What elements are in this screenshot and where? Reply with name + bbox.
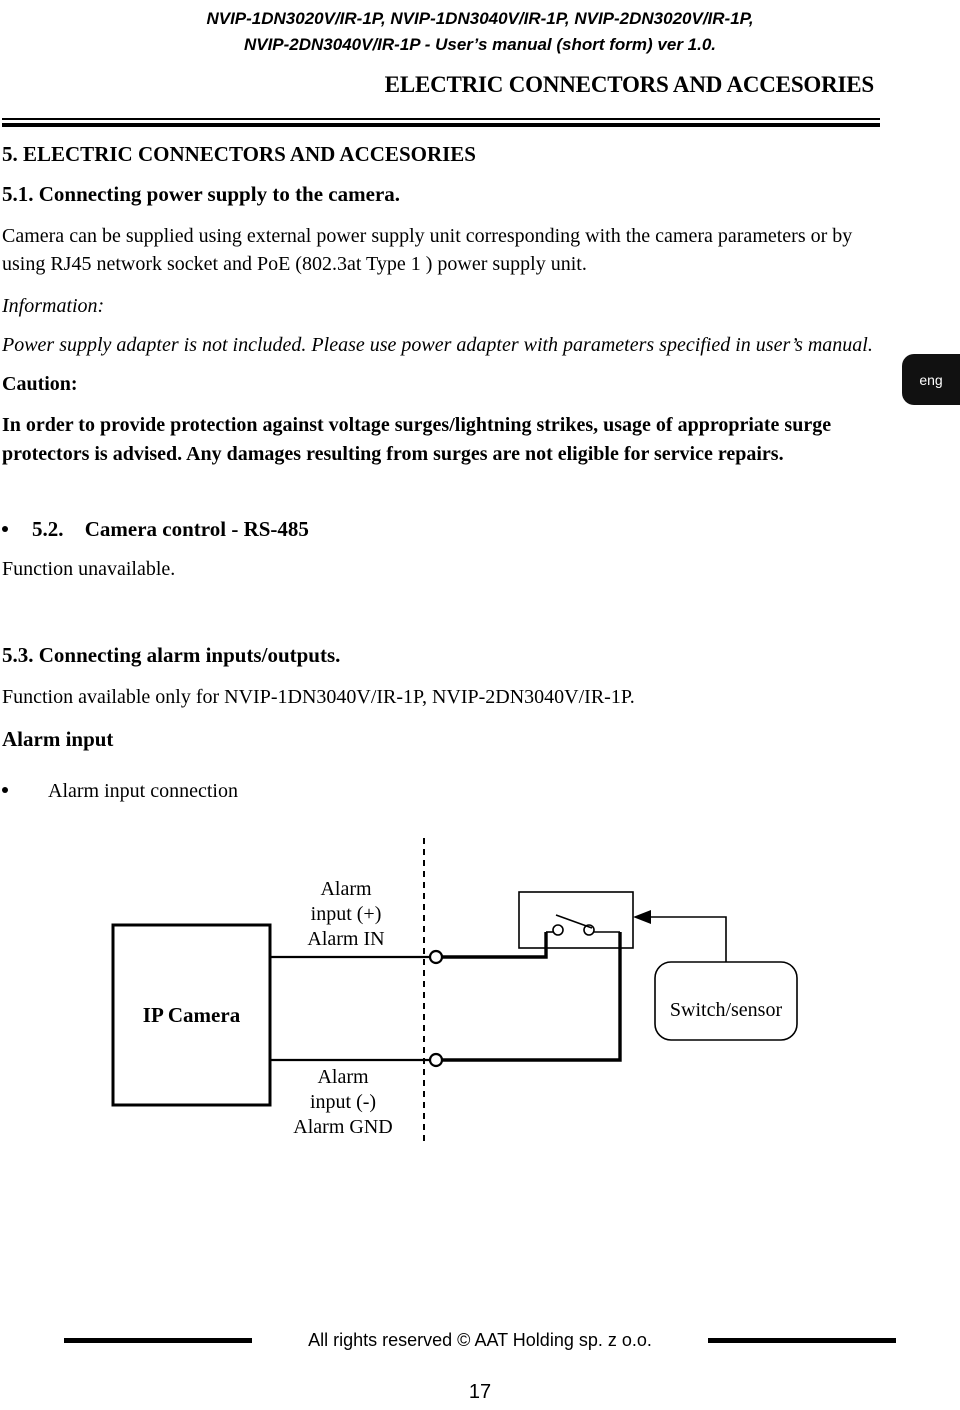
caution-text: In order to provide protection against v…: [2, 414, 832, 465]
page-footer: All rights reserved © AAT Holding sp. z …: [0, 1330, 960, 1404]
section-5-2-body: Function unavailable.: [2, 558, 176, 580]
header-divider: [2, 118, 880, 127]
section-5-2-number: 5.2.: [32, 517, 64, 541]
alarm-in-label-line1: Alarm: [320, 878, 372, 900]
wire-to-switch-contact-left: [442, 932, 548, 959]
switch-sensor-box-label: Switch/sensor: [669, 999, 783, 1021]
alarm-gnd-label-line3: Alarm GND: [293, 1116, 393, 1138]
document-body: 5. ELECTRIC CONNECTORS AND ACCESORIES 5.…: [0, 140, 960, 817]
switch-node-left: [552, 924, 564, 936]
heading-section-5-1: 5.1. Connecting power supply to the came…: [2, 182, 401, 206]
footer-copyright: All rights reserved © AAT Holding sp. z …: [308, 1330, 652, 1350]
alarm-in-label-line2: input (+): [310, 903, 382, 925]
bullet-dot-icon: [2, 787, 8, 793]
paragraph-power-supply: Camera can be supplied using external po…: [2, 225, 853, 275]
alarm-input-bullet-label: Alarm input connection: [48, 780, 238, 802]
alarm-in-wire-label: Alarm input (+) Alarm IN: [286, 877, 406, 952]
wire-to-switch-contact-right: [442, 932, 622, 1062]
caution-label: Caution:: [2, 373, 78, 395]
bullet-section-5-2: 5.2. Camera control - RS-485: [0, 515, 960, 543]
heading-alarm-input: Alarm input: [2, 727, 114, 751]
information-label: Information:: [2, 295, 105, 317]
chapter-title: ELECTRIC CONNECTORS AND ACCESORIES: [384, 72, 875, 97]
ip-camera-box-label: IP Camera: [142, 1003, 241, 1027]
footer-rule-right: [707, 1338, 896, 1343]
bullet-alarm-input-connection: Alarm input connection: [0, 777, 960, 805]
heading-section-5: 5. ELECTRIC CONNECTORS AND ACCESORIES: [2, 142, 476, 166]
information-text: Power supply adapter is not included. Pl…: [2, 334, 873, 356]
alarm-gnd-label-line1: Alarm: [317, 1066, 369, 1088]
wiring-diagram-svg: [111, 838, 798, 1145]
section-5-2-heading: 5.2. Camera control - RS-485: [32, 515, 309, 543]
sensor-actuation-arrowhead: [633, 910, 651, 924]
alarm-input-wiring-diagram: IP Camera Alarm input (+) Alarm IN Alarm…: [0, 820, 960, 1180]
page-number: 17: [468, 1381, 492, 1403]
header-divider-thin-line: [2, 118, 880, 120]
terminal-alarm-gnd: [428, 1052, 444, 1068]
document-title-line1: NVIP-1DN3020V/IR-1P, NVIP-1DN3040V/IR-1P…: [206, 9, 754, 28]
header-divider-thick-line: [2, 123, 880, 127]
footer-row: All rights reserved © AAT Holding sp. z …: [0, 1330, 960, 1351]
section-5-2-title: Camera control - RS-485: [84, 517, 309, 541]
switch-contact-box: [518, 891, 634, 949]
alarm-gnd-label-line2: input (-): [309, 1091, 377, 1113]
section-5-3-body: Function available only for NVIP-1DN3040…: [2, 686, 635, 708]
spacer-before-alarm-bullet: [0, 767, 960, 777]
heading-section-5-3: 5.3. Connecting alarm inputs/outputs.: [2, 643, 341, 667]
terminal-alarm-in: [428, 949, 444, 965]
alarm-gnd-wire-label: Alarm input (-) Alarm GND: [278, 1065, 408, 1140]
spacer-after-5-2: [0, 597, 960, 641]
footer-rule-left: [64, 1338, 253, 1343]
page-header: NVIP-1DN3020V/IR-1P, NVIP-1DN3040V/IR-1P…: [0, 0, 960, 98]
bullet-dot-icon: [2, 526, 8, 532]
spacer-after-caution: [0, 481, 960, 515]
document-title-line2: NVIP-2DN3040V/IR-1P - User’s manual (sho…: [243, 35, 717, 54]
alarm-in-label-line3: Alarm IN: [307, 928, 385, 950]
